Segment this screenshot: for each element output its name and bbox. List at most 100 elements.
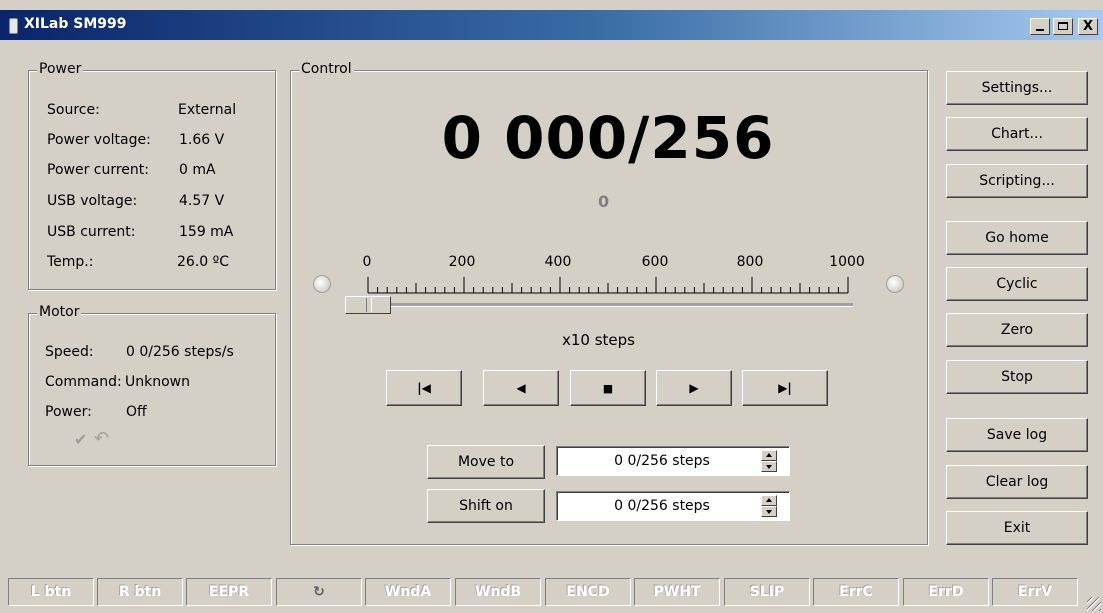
spin-up-icon[interactable]: [761, 450, 777, 461]
scale-label-1000: 1000: [829, 254, 865, 270]
settings-button[interactable]: Settings...: [946, 71, 1088, 105]
skip-end-icon: ▶|: [778, 381, 792, 395]
window-title: XILab SM999: [24, 16, 127, 32]
motor-command-label: Command:: [45, 374, 122, 390]
clear-log-button[interactable]: Clear log: [946, 465, 1088, 499]
clear-log-button-label: Clear log: [985, 474, 1049, 490]
control-group-title: Control: [299, 61, 354, 77]
motor-power-value: Off: [126, 404, 147, 420]
status-overheat: PWHT: [634, 578, 720, 606]
status-eeprom: EEPR: [186, 578, 272, 606]
position-slider-handle[interactable]: [345, 296, 391, 314]
cyclic-button-label: Cyclic: [996, 276, 1038, 292]
stop-button-label: Stop: [1001, 369, 1033, 385]
encoder-value: 0: [598, 192, 610, 211]
zero-button[interactable]: Zero: [946, 313, 1088, 347]
stop-button[interactable]: Stop: [946, 360, 1088, 394]
chart-button-label: Chart...: [991, 126, 1043, 142]
usb-voltage-value: 4.57 V: [179, 193, 225, 209]
app-icon: [9, 18, 18, 34]
minimize-button[interactable]: [1030, 18, 1050, 35]
move-right-button[interactable]: ▶: [656, 370, 732, 406]
status-error-v: ErrV: [992, 578, 1078, 606]
minimize-icon: [1036, 29, 1044, 31]
temperature-label: Temp.:: [47, 254, 94, 270]
position-counter: 0 000/256: [441, 104, 775, 172]
chart-button[interactable]: Chart...: [946, 117, 1088, 151]
power-source-value: External: [178, 102, 237, 118]
move-to-input-value: 0 0/256 steps: [614, 453, 710, 469]
settings-button-label: Settings...: [981, 80, 1053, 96]
spin-up-icon[interactable]: [761, 495, 777, 506]
motor-speed-value: 0 0/256 steps/s: [126, 344, 234, 360]
power-current-value: 0 mA: [179, 162, 216, 178]
left-limit-indicator: [313, 275, 331, 293]
move-left-button[interactable]: ◀: [483, 370, 559, 406]
move-to-button[interactable]: Move to: [427, 445, 545, 479]
move-to-start-button[interactable]: |◀: [386, 370, 462, 406]
stop-motion-button[interactable]: ■: [570, 370, 646, 406]
motor-speed-label: Speed:: [45, 344, 94, 360]
usb-voltage-label: USB voltage:: [47, 193, 138, 209]
power-voltage-value: 1.66 V: [179, 132, 225, 148]
scale-label-0: 0: [362, 254, 372, 270]
status-winding-b: WndB: [455, 578, 541, 606]
exit-button[interactable]: Exit: [946, 511, 1088, 545]
exit-button-label: Exit: [1003, 520, 1031, 536]
save-log-button[interactable]: Save log: [946, 418, 1088, 452]
check-icon: ✔: [74, 430, 88, 449]
arrow-left-icon: ◀: [516, 381, 526, 395]
spin-down-icon[interactable]: [761, 461, 777, 472]
go-home-button-label: Go home: [985, 230, 1049, 246]
scale-label-600: 600: [641, 254, 669, 270]
shift-on-button[interactable]: Shift on: [427, 489, 545, 523]
move-to-stepper[interactable]: [761, 450, 777, 472]
zero-button-label: Zero: [1000, 322, 1034, 338]
go-home-button[interactable]: Go home: [946, 221, 1088, 255]
motor-command-value: Unknown: [125, 374, 190, 390]
status-left-button: L btn: [8, 578, 94, 606]
scale-label-400: 400: [544, 254, 572, 270]
resize-grip[interactable]: [1087, 597, 1101, 611]
position-scale: [367, 277, 849, 294]
position-slider-track: [345, 303, 853, 307]
power-source-label: Source:: [47, 102, 100, 118]
move-to-input[interactable]: 0 0/256 steps: [556, 446, 790, 476]
move-to-end-button[interactable]: ▶|: [742, 370, 828, 406]
scale-label-800: 800: [736, 254, 764, 270]
shift-on-input-value: 0 0/256 steps: [614, 498, 710, 514]
power-voltage-label: Power voltage:: [47, 132, 151, 148]
save-log-button-label: Save log: [986, 427, 1048, 443]
motor-group-title: Motor: [37, 304, 82, 320]
right-limit-indicator: [886, 275, 904, 293]
close-button[interactable]: X: [1078, 18, 1098, 35]
shift-on-stepper[interactable]: [761, 495, 777, 517]
scale-label-200: 200: [448, 254, 476, 270]
temperature-value: 26.0 ºC: [177, 254, 229, 270]
motor-power-label: Power:: [45, 404, 92, 420]
power-group-title: Power: [37, 61, 84, 77]
status-encoder: ENCD: [545, 578, 631, 606]
usb-current-value: 159 mA: [179, 224, 234, 240]
power-current-label: Power current:: [47, 162, 149, 178]
skip-start-icon: |◀: [417, 381, 431, 395]
spin-down-icon[interactable]: [761, 506, 777, 517]
maximize-button[interactable]: [1053, 18, 1073, 35]
status-error-d: ErrD: [903, 578, 989, 606]
arrow-right-icon: ▶: [689, 381, 699, 395]
maximize-icon: [1058, 22, 1068, 30]
scripting-button[interactable]: Scripting...: [946, 164, 1088, 198]
status-slip: SLIP: [724, 578, 810, 606]
status-refresh-icon: ↻: [276, 578, 362, 606]
status-error-c: ErrC: [813, 578, 899, 606]
status-winding-a: WndA: [365, 578, 451, 606]
scale-unit-label: x10 steps: [562, 331, 635, 349]
title-bar[interactable]: XILab SM999 X: [0, 10, 1103, 40]
status-right-button: R btn: [97, 578, 183, 606]
shift-on-input[interactable]: 0 0/256 steps: [556, 491, 790, 521]
stop-icon: ■: [602, 381, 614, 395]
cyclic-button[interactable]: Cyclic: [946, 267, 1088, 301]
usb-current-label: USB current:: [47, 224, 136, 240]
undo-icon: ↶: [94, 428, 110, 449]
scripting-button-label: Scripting...: [979, 173, 1055, 189]
